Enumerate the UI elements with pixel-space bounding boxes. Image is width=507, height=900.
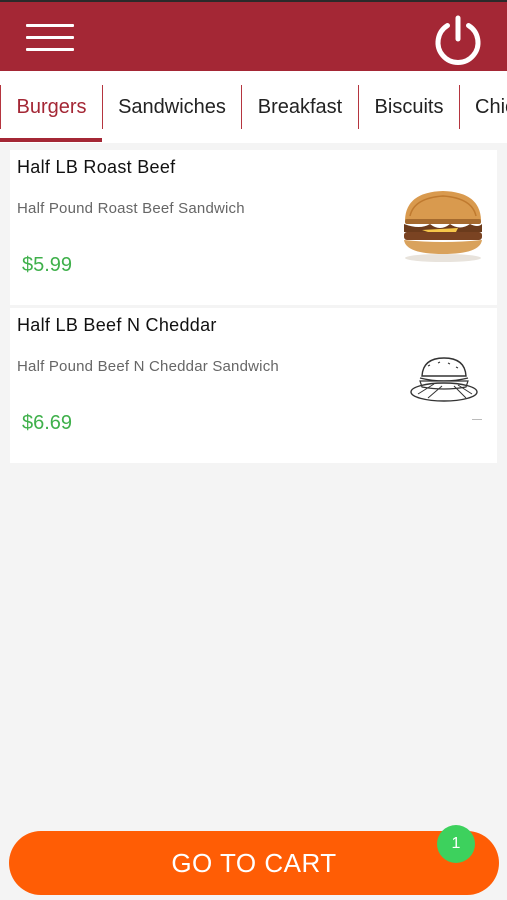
menu-bar-line [26,48,74,51]
burger-sketch-icon [410,357,478,402]
go-to-cart-button[interactable]: GO TO CART [9,831,499,895]
tab-breakfast[interactable]: Breakfast [241,85,358,129]
tab-chicken[interactable]: Chic [459,85,507,129]
menu-bar-line [26,36,74,39]
product-card[interactable]: Half LB Roast Beef Half Pound Roast Beef… [10,150,497,305]
menu-bar-line [26,24,74,27]
product-name: Half LB Roast Beef [17,157,176,177]
product-price: $6.69 [22,412,73,434]
product-price: $5.99 [22,254,73,276]
tab-burgers[interactable]: Burgers [0,85,102,129]
tab-biscuits[interactable]: Biscuits [358,85,459,129]
product-description: Half Pound Beef N Cheddar Sandwich [17,358,279,375]
product-card[interactable]: Half LB Beef N Cheddar Half Pound Beef N… [10,308,497,463]
cart-count-badge: 1 [437,825,475,863]
power-icon[interactable] [432,14,484,66]
category-tabs: Burgers Sandwiches Breakfast Biscuits Ch… [0,71,507,143]
active-tab-indicator [0,138,102,142]
product-description: Half Pound Roast Beef Sandwich [17,200,245,217]
hamburger-menu-icon[interactable] [26,24,74,52]
roast-beef-burger-photo [404,191,482,262]
divider-dash [472,419,482,420]
tab-sandwiches[interactable]: Sandwiches [102,85,241,129]
product-name: Half LB Beef N Cheddar [17,315,217,335]
app-header [0,0,507,71]
